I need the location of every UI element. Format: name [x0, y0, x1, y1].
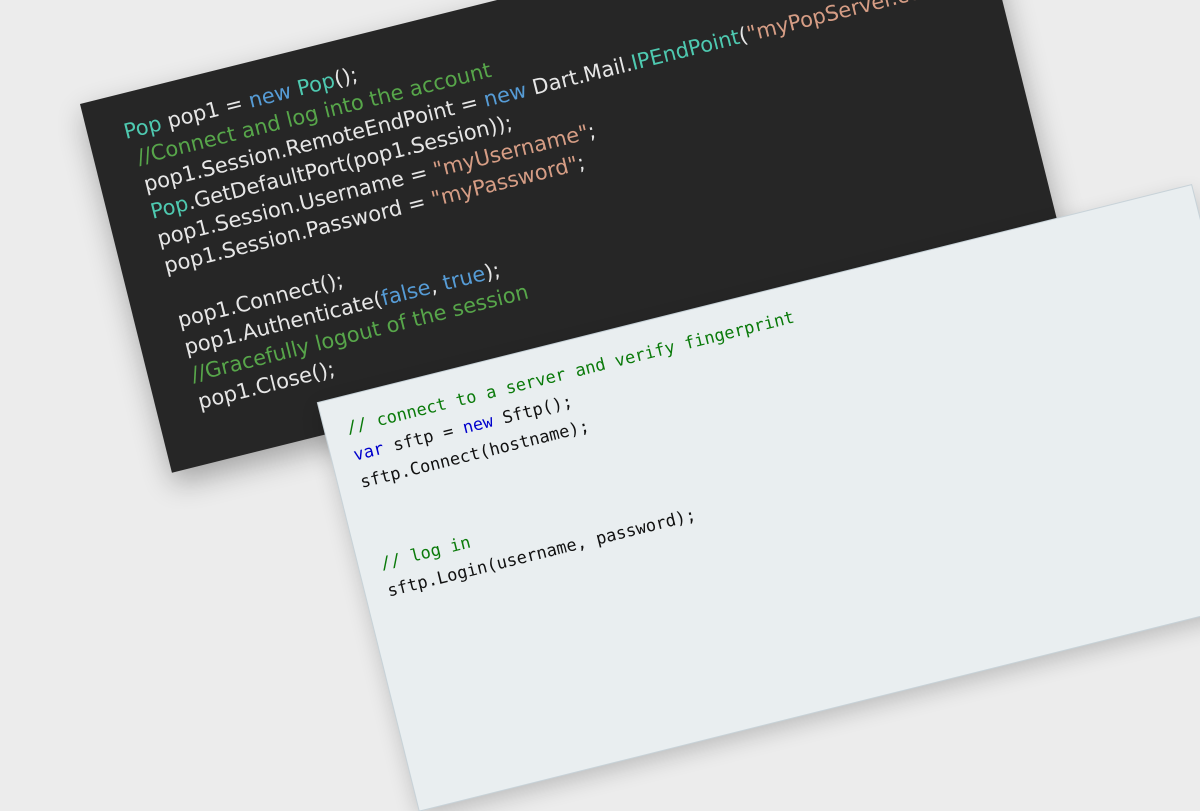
- code-token-plain: ();: [331, 62, 361, 92]
- code-token-kw: var: [351, 438, 387, 466]
- code-token-kw: new: [460, 411, 496, 439]
